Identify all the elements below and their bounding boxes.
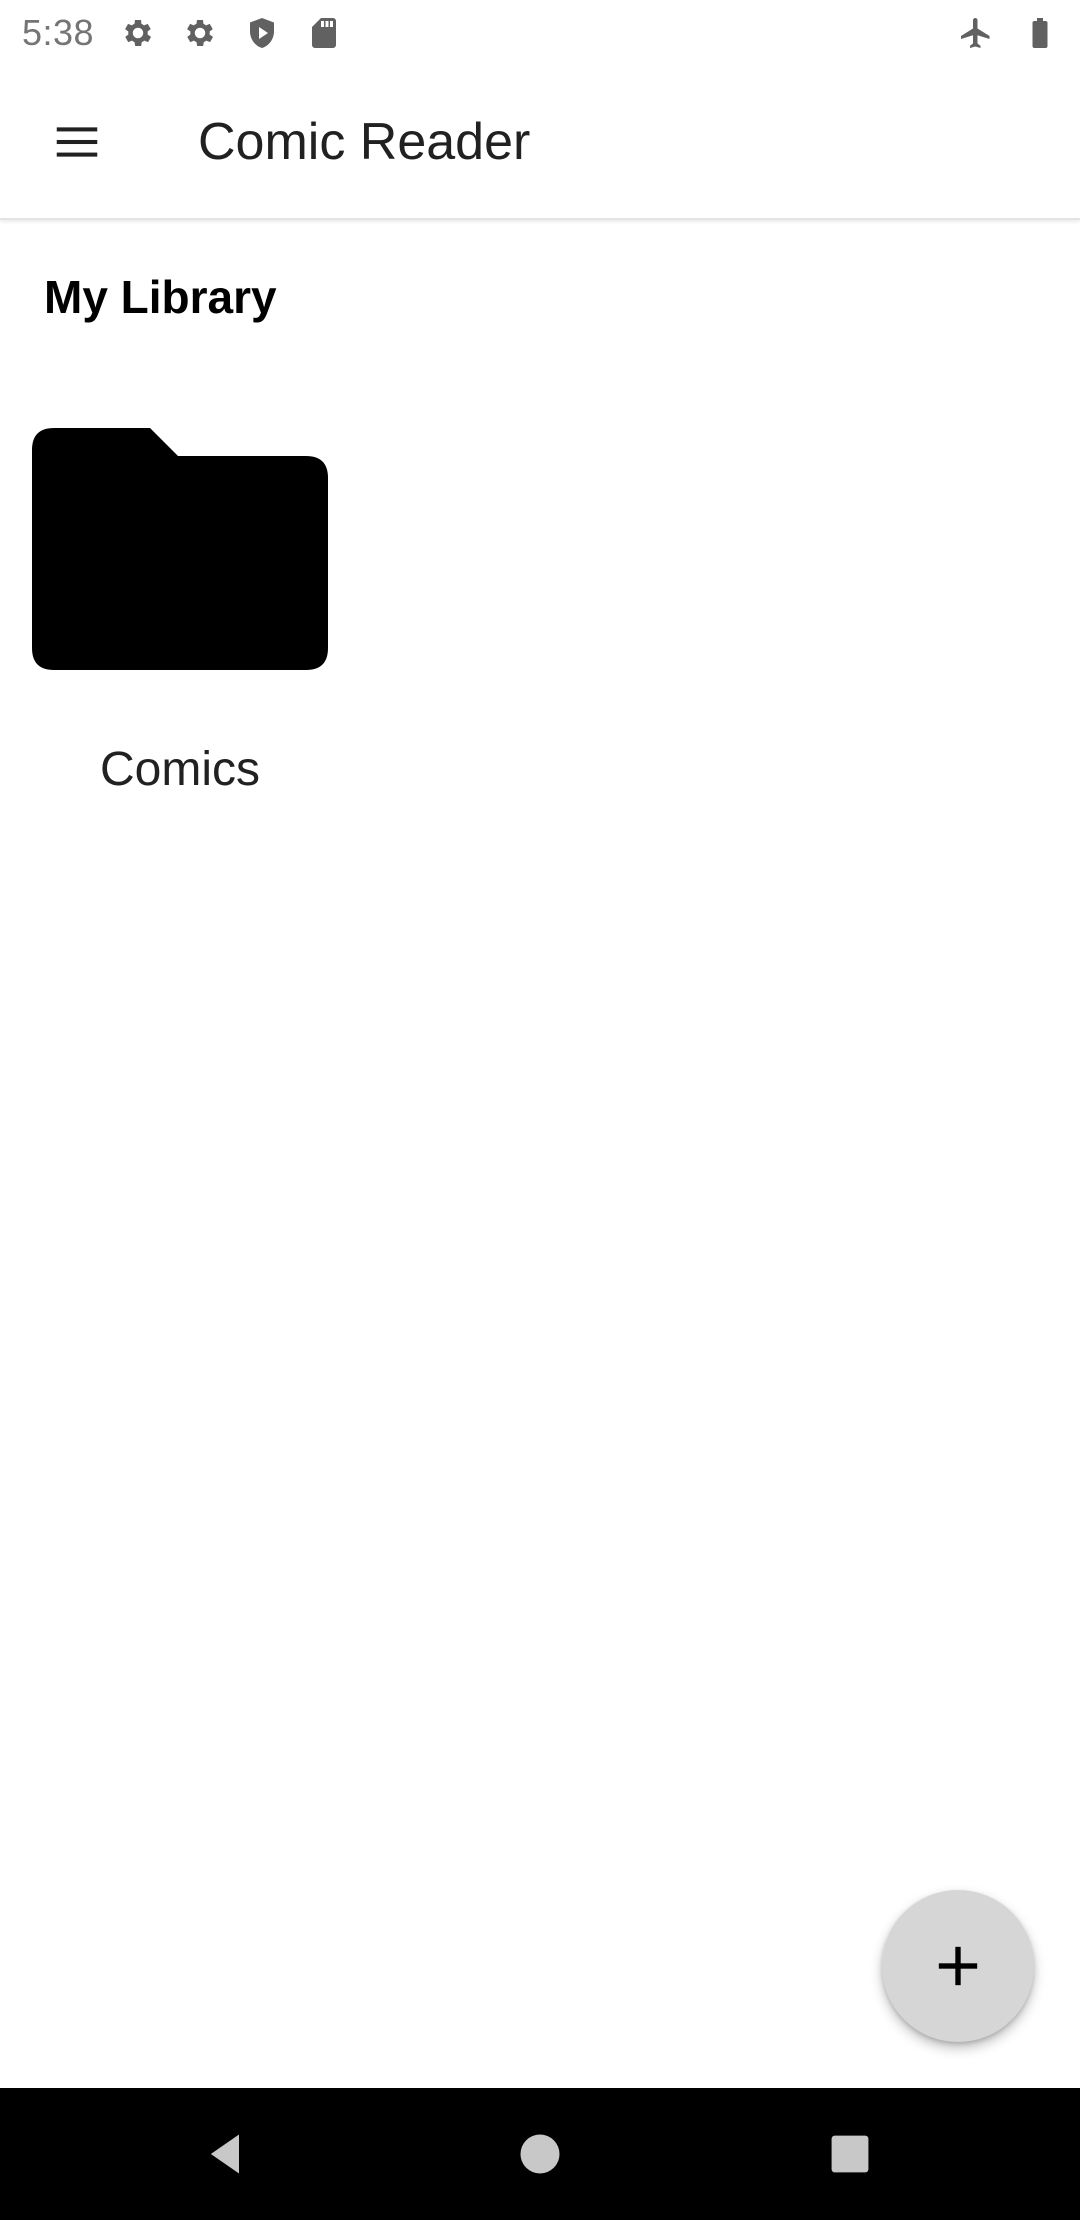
app-bar: Comic Reader (0, 66, 1080, 220)
battery-icon (1022, 15, 1058, 51)
airplane-mode-icon (958, 15, 994, 51)
recents-icon (831, 2135, 869, 2173)
sd-card-icon (306, 15, 342, 51)
hamburger-menu-button[interactable] (22, 87, 132, 197)
folder-icon (32, 428, 328, 670)
status-icons-right (958, 15, 1058, 51)
back-icon (210, 2134, 239, 2174)
section-title: My Library (44, 271, 277, 323)
settings-icon (120, 15, 156, 51)
plus-icon (938, 1946, 978, 1986)
screen: 5:38 Comic Reader My Library Comics (0, 0, 1080, 2220)
shield-play-icon (244, 15, 280, 51)
home-button[interactable] (470, 2088, 610, 2220)
status-time: 5:38 (22, 12, 95, 53)
recents-button[interactable] (780, 2088, 920, 2220)
back-button[interactable] (156, 2088, 296, 2220)
folder-label: Comics (99, 743, 260, 796)
settings-icon (182, 15, 218, 51)
home-icon (520, 2134, 560, 2174)
status-bar: 5:38 (0, 0, 1080, 66)
hamburger-menu-icon (56, 127, 98, 157)
navigation-bar (0, 2088, 1080, 2220)
status-icons-left (120, 15, 342, 51)
folder-item-comics[interactable]: Comics (22, 420, 338, 810)
add-button[interactable] (882, 1890, 1034, 2042)
app-title: Comic Reader (198, 113, 531, 171)
